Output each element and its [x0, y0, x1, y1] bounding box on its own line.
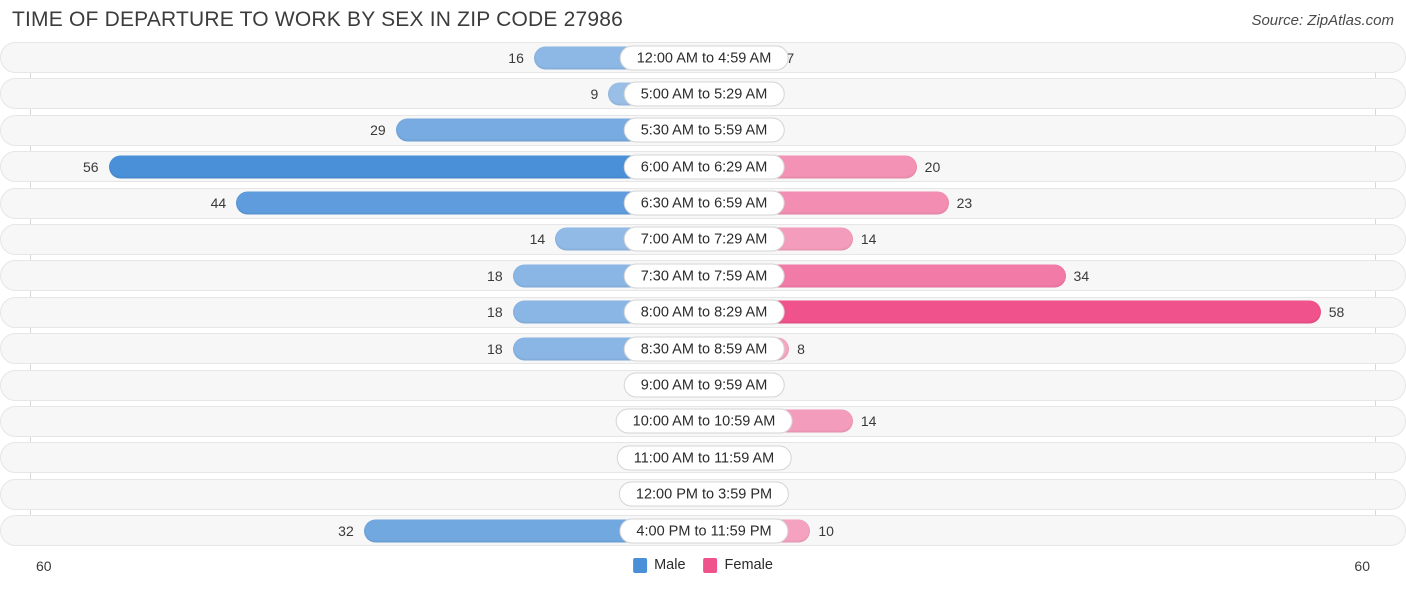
value-label-male: 56 — [82, 158, 99, 175]
chart-row: 905:00 AM to 5:29 AM — [0, 78, 1406, 110]
chart-row: 2935:30 AM to 5:59 AM — [0, 114, 1406, 146]
category-label: 5:00 AM to 5:29 AM — [623, 81, 785, 107]
category-label: 6:30 AM to 6:59 AM — [623, 190, 785, 216]
chart-header: TIME OF DEPARTURE TO WORK BY SEX IN ZIP … — [0, 0, 1406, 42]
bar-group: 0012:00 PM to 3:59 PM — [1, 480, 1405, 509]
category-label: 8:00 AM to 8:29 AM — [623, 299, 785, 325]
page-title: TIME OF DEPARTURE TO WORK BY SEX IN ZIP … — [12, 8, 623, 31]
bar-group: 905:00 AM to 5:29 AM — [1, 79, 1405, 108]
chart-rows: 16712:00 AM to 4:59 AM 905:00 AM to 5:29 … — [0, 42, 1406, 551]
axis-max-left: 60 — [36, 558, 52, 574]
value-label-male: 44 — [210, 195, 227, 212]
category-label: 8:30 AM to 8:59 AM — [623, 336, 785, 362]
value-label-female: 20 — [924, 158, 941, 175]
chart-footer: 60 60 Male Female — [0, 554, 1406, 595]
legend-label: Male — [654, 557, 686, 573]
chart-row: 44 23 6:30 AM to 6:59 AM — [0, 187, 1406, 219]
bar-group: 44 23 6:30 AM to 6:59 AM — [1, 189, 1405, 218]
chart-row: 0011:00 AM to 11:59 AM — [0, 442, 1406, 474]
chart-row: 16 7 12:00 AM to 4:59 AM — [0, 42, 1406, 73]
category-label: 12:00 AM to 4:59 AM — [619, 45, 789, 70]
chart-row: 0012:00 PM to 3:59 PM — [0, 478, 1406, 510]
value-label-female: 34 — [1073, 267, 1090, 284]
value-label-male: 32 — [338, 522, 354, 539]
category-label: 11:00 AM to 11:59 AM — [616, 445, 792, 471]
chart-row: 18 8 8:30 AM to 8:59 AM — [0, 333, 1406, 365]
chart-row: 18 58 8:00 AM to 8:29 AM — [0, 296, 1406, 328]
bar-male[interactable] — [108, 155, 704, 179]
bar-female[interactable] — [704, 300, 1321, 324]
category-label: 6:00 AM to 6:29 AM — [623, 154, 785, 180]
value-label-male: 18 — [487, 340, 503, 357]
category-label: 12:00 PM to 3:59 PM — [618, 481, 790, 507]
chart-plot-area: 16712:00 AM to 4:59 AM 905:00 AM to 5:29 … — [0, 42, 1406, 554]
chart-row: 56 20 6:00 AM to 6:29 AM — [0, 151, 1406, 183]
bar-group: 109:00 AM to 9:59 AM — [1, 371, 1405, 400]
value-label-male: 9 — [590, 85, 599, 102]
value-label-male: 18 — [487, 267, 503, 284]
category-label: 5:30 AM to 5:59 AM — [623, 117, 785, 143]
chart-row: 21410:00 AM to 10:59 AM — [0, 405, 1406, 437]
bar-group: 18 58 8:00 AM to 8:29 AM — [1, 298, 1405, 327]
value-label-female: 23 — [956, 195, 973, 212]
legend-label: Female — [724, 557, 773, 573]
value-label-female: 10 — [818, 522, 834, 539]
value-label-male: 18 — [487, 304, 503, 321]
legend-swatch — [703, 557, 718, 573]
bar-group: 18 34 7:30 AM to 7:59 AM — [1, 261, 1405, 290]
source-attribution: Source: ZipAtlas.com — [1251, 12, 1394, 29]
chart-row: 109:00 AM to 9:59 AM — [0, 369, 1406, 401]
value-label-male: 29 — [370, 122, 386, 139]
bar-group: 0011:00 AM to 11:59 AM — [1, 443, 1405, 472]
value-label-female: 14 — [860, 413, 877, 430]
bar-group: 21410:00 AM to 10:59 AM — [1, 407, 1405, 436]
value-label-female: 58 — [1328, 304, 1345, 321]
bar-group: 14 14 7:00 AM to 7:29 AM — [1, 225, 1405, 254]
category-label: 9:00 AM to 9:59 AM — [623, 372, 785, 398]
bar-group: 2935:30 AM to 5:59 AM — [1, 116, 1405, 145]
category-label: 10:00 AM to 10:59 AM — [615, 408, 793, 434]
chart-legend: Male Female — [633, 557, 773, 573]
value-label-female: 14 — [860, 231, 877, 248]
chart-row: 18 34 7:30 AM to 7:59 AM — [0, 260, 1406, 292]
bar-group: 18 8 8:30 AM to 8:59 AM — [1, 334, 1405, 363]
bar-group: 56 20 6:00 AM to 6:29 AM — [1, 152, 1405, 181]
category-label: 4:00 PM to 11:59 PM — [619, 518, 789, 544]
category-label: 7:00 AM to 7:29 AM — [623, 226, 785, 252]
legend-swatch — [633, 557, 648, 573]
value-label-male: 16 — [508, 49, 524, 66]
axis-max-right: 60 — [1354, 558, 1370, 574]
chart-row: 14 14 7:00 AM to 7:29 AM — [0, 223, 1406, 255]
bar-group: 16 7 12:00 AM to 4:59 AM — [1, 43, 1405, 72]
value-label-female: 8 — [797, 340, 805, 357]
bar-group: 32 10 4:00 PM to 11:59 PM — [1, 516, 1405, 545]
category-label: 7:30 AM to 7:59 AM — [623, 263, 785, 289]
chart-row: 32 10 4:00 PM to 11:59 PM — [0, 515, 1406, 547]
value-label-male: 14 — [529, 231, 546, 248]
legend-item[interactable]: Female — [703, 557, 773, 573]
legend-item[interactable]: Male — [633, 557, 686, 573]
